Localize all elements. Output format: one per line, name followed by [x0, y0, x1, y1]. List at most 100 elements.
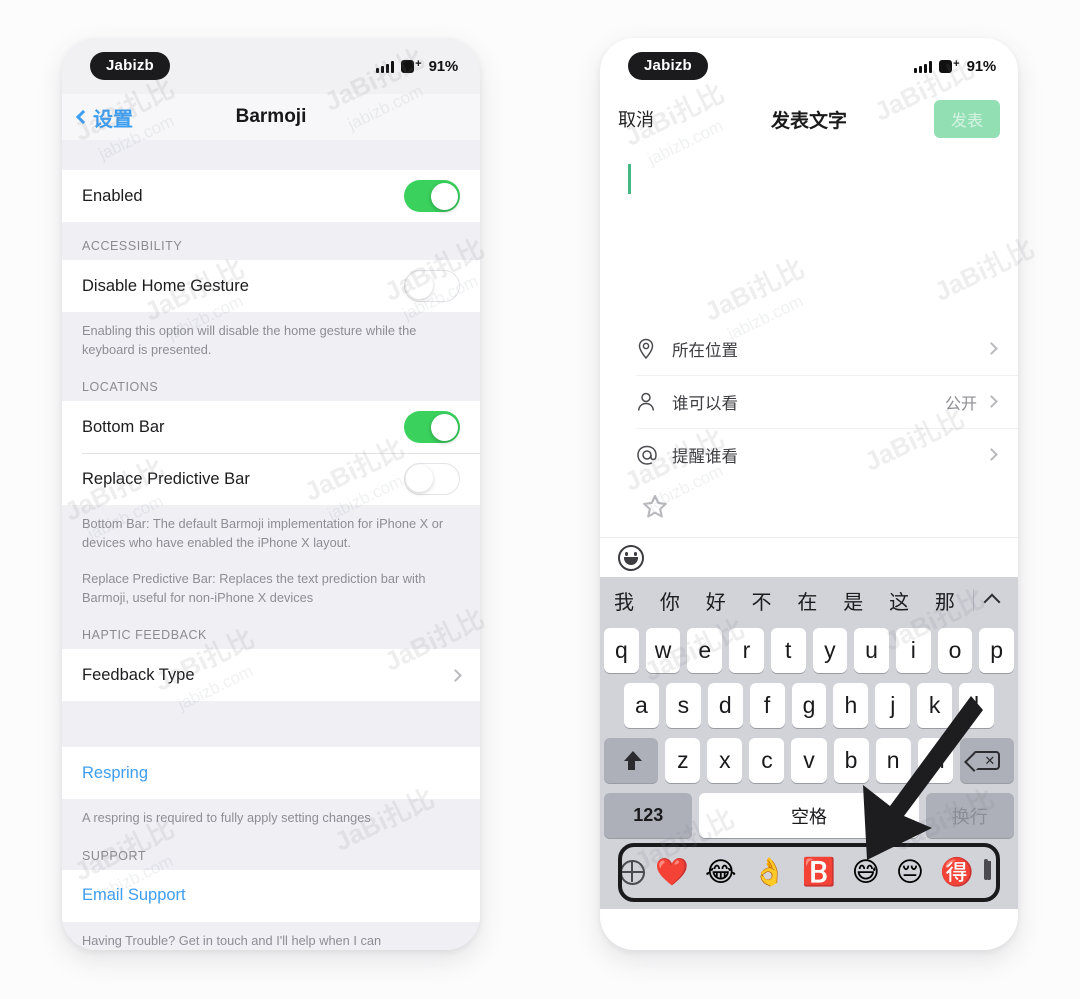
- key-d[interactable]: d: [707, 683, 743, 728]
- row-label: Replace Predictive Bar: [82, 469, 250, 488]
- key-g[interactable]: g: [791, 683, 827, 728]
- globe-icon[interactable]: [620, 859, 645, 885]
- key-e[interactable]: e: [687, 628, 723, 673]
- emoji-item[interactable]: 😅: [852, 858, 880, 886]
- key-k[interactable]: k: [917, 683, 953, 728]
- return-key[interactable]: 换行: [925, 793, 1014, 838]
- key-w[interactable]: w: [645, 628, 681, 673]
- microphone-icon[interactable]: [984, 859, 998, 883]
- shift-key[interactable]: [604, 738, 659, 783]
- key-f[interactable]: f: [749, 683, 785, 728]
- emoji-item[interactable]: 👌: [753, 858, 787, 886]
- divider: [973, 589, 974, 611]
- option-label: 谁可以看: [672, 394, 738, 413]
- key-b[interactable]: b: [833, 738, 869, 783]
- settings-row-disable-home-gesture[interactable]: Disable Home Gesture: [62, 260, 480, 312]
- emoji-item[interactable]: 🉐: [940, 858, 974, 886]
- carrier-badge: Jabizb: [90, 52, 170, 80]
- chevron-right-icon: [985, 448, 998, 461]
- key-s[interactable]: s: [665, 683, 701, 728]
- barmoji-emoji-list: ❤️ 😂 👌 🅱️ 😅 😔 🉐: [655, 858, 974, 886]
- backspace-key[interactable]: ✕: [959, 738, 1014, 783]
- key-i[interactable]: i: [895, 628, 931, 673]
- prediction-candidate[interactable]: 你: [660, 586, 680, 615]
- section-note-accessibility: Enabling this option will disable the ho…: [82, 323, 417, 357]
- compose-text-area[interactable]: [600, 144, 1018, 322]
- barmoji-bar: ❤️ 😂 👌 🅱️ 😅 😔 🉐: [610, 849, 1008, 895]
- settings-row-bottom-bar[interactable]: Bottom Bar: [62, 401, 480, 454]
- settings-row-enabled[interactable]: Enabled: [62, 170, 480, 222]
- prediction-candidate[interactable]: 好: [706, 586, 726, 615]
- key-x[interactable]: x: [707, 738, 743, 783]
- screenshot-stage: Jabizb + 91% 设置 Barmoji Enabled ACCESSIB…: [0, 0, 1080, 999]
- settings-row-email-support[interactable]: Email Support: [62, 869, 480, 922]
- section-note-replace-predictive-bar: Replace Predictive Bar: Replaces the tex…: [82, 571, 426, 605]
- key-v[interactable]: v: [791, 738, 827, 783]
- emoji-item[interactable]: 😂: [705, 858, 737, 886]
- option-row-location[interactable]: 所在位置: [636, 322, 1018, 375]
- emoji-item[interactable]: ❤️: [655, 858, 689, 886]
- text-cursor: [628, 164, 631, 194]
- person-icon: [636, 391, 666, 413]
- section-note-respring: A respring is required to fully apply se…: [82, 810, 371, 826]
- smiley-face-icon[interactable]: [618, 544, 644, 571]
- key-l[interactable]: l: [959, 683, 995, 728]
- enabled-toggle[interactable]: [404, 180, 460, 212]
- backspace-icon: ✕: [973, 751, 1001, 770]
- replace-predictive-bar-toggle[interactable]: [404, 463, 460, 496]
- prediction-candidate[interactable]: 那: [935, 586, 955, 615]
- back-label: 设置: [93, 108, 133, 131]
- disable-home-gesture-toggle[interactable]: [404, 270, 460, 302]
- section-header-support: SUPPORT: [82, 848, 147, 863]
- key-n[interactable]: n: [875, 738, 911, 783]
- key-u[interactable]: u: [854, 628, 889, 673]
- publish-button[interactable]: 发表: [933, 100, 1000, 138]
- key-p[interactable]: p: [979, 628, 1015, 673]
- settings-row-replace-predictive-bar[interactable]: Replace Predictive Bar: [62, 453, 480, 506]
- space-key[interactable]: 空格: [699, 793, 919, 838]
- shift-arrow-icon: [621, 750, 643, 771]
- section-header-accessibility: ACCESSIBILITY: [82, 239, 183, 253]
- favorite-row[interactable]: [636, 481, 1018, 537]
- key-z[interactable]: z: [665, 738, 701, 783]
- key-y[interactable]: y: [812, 628, 848, 673]
- row-label: Feedback Type: [82, 665, 195, 684]
- option-row-mention[interactable]: 提醒谁看: [636, 428, 1018, 481]
- key-q[interactable]: q: [603, 628, 639, 673]
- chevron-right-icon: [449, 668, 462, 682]
- numbers-key[interactable]: 123: [604, 793, 693, 838]
- bottom-bar-toggle[interactable]: [404, 411, 460, 444]
- key-c[interactable]: c: [749, 738, 785, 783]
- prediction-candidate[interactable]: 这: [889, 586, 909, 615]
- star-outline-icon[interactable]: [640, 492, 670, 527]
- signal-bars-icon: [914, 60, 933, 73]
- prediction-candidate[interactable]: 不: [752, 586, 772, 615]
- location-pin-icon: [636, 338, 666, 360]
- key-o[interactable]: o: [937, 628, 973, 673]
- prediction-candidate[interactable]: 是: [843, 586, 863, 615]
- compose-options-list: 所在位置 谁可以看 公开 提醒谁看: [600, 322, 1018, 537]
- key-a[interactable]: a: [624, 683, 659, 728]
- section-note-support: Having Trouble? Get in touch and I'll he…: [82, 932, 382, 948]
- key-t[interactable]: t: [770, 628, 806, 673]
- key-r[interactable]: r: [729, 628, 764, 673]
- emoji-toggle-strip: [600, 537, 1018, 577]
- option-label: 所在位置: [672, 341, 738, 360]
- settings-list[interactable]: Enabled ACCESSIBILITY Disable Home Gestu…: [62, 140, 480, 950]
- prediction-candidate[interactable]: 我: [614, 586, 634, 615]
- chevron-up-icon[interactable]: [983, 593, 1001, 611]
- key-m[interactable]: m: [917, 738, 953, 783]
- settings-row-respring[interactable]: Respring: [62, 747, 480, 800]
- cancel-button[interactable]: 取消: [618, 106, 654, 132]
- emoji-item[interactable]: 🅱️: [802, 858, 836, 886]
- prediction-candidate[interactable]: 在: [797, 586, 817, 615]
- back-to-settings-button[interactable]: 设置: [75, 103, 133, 132]
- key-j[interactable]: j: [875, 683, 911, 728]
- chevron-left-icon: [75, 109, 91, 125]
- emoji-item[interactable]: 😔: [896, 858, 924, 886]
- keyboard-row-3: z x c v b n m ✕: [600, 733, 1018, 788]
- settings-row-feedback-type[interactable]: Feedback Type: [62, 649, 480, 702]
- signal-bars-icon: [376, 60, 395, 73]
- key-h[interactable]: h: [833, 683, 869, 728]
- option-row-visibility[interactable]: 谁可以看 公开: [636, 375, 1018, 428]
